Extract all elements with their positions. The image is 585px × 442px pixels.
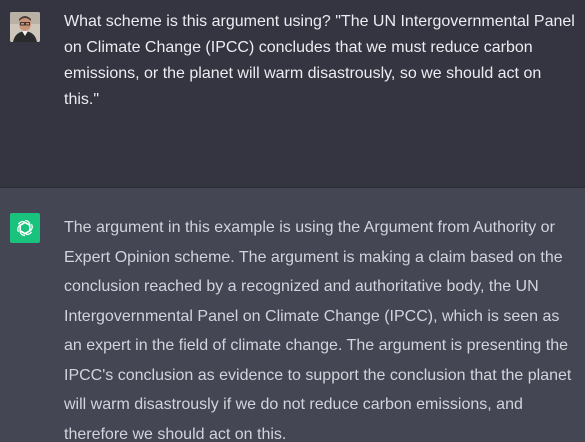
user-message: What scheme is this argument using? "The…	[0, 0, 585, 188]
assistant-message: The argument in this example is using th…	[0, 188, 585, 442]
chat-conversation: What scheme is this argument using? "The…	[0, 0, 585, 442]
assistant-message-text: The argument in this example is using th…	[64, 219, 572, 442]
openai-logo-icon	[10, 213, 40, 243]
user-avatar-icon	[10, 12, 40, 42]
user-message-text: What scheme is this argument using? "The…	[64, 13, 575, 108]
